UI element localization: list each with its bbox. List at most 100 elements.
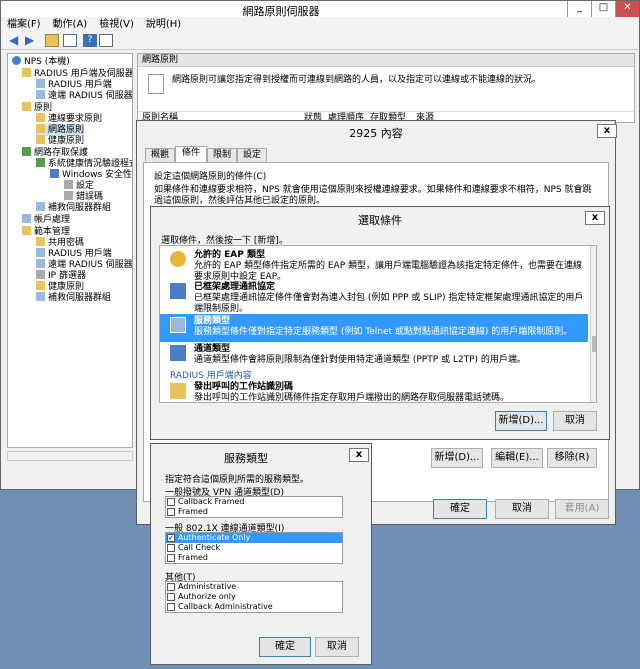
group-8021x-list: ✓ Authenticate Only Call Check Framed (165, 532, 343, 564)
checkbox[interactable] (167, 554, 175, 562)
folder-icon (36, 113, 45, 122)
windows-icon (50, 169, 59, 178)
maximize-button[interactable]: □ (591, 1, 615, 17)
folder-icon (36, 237, 45, 246)
service-type-instruction: 指定符合這個原則所需的服務類型。 (165, 475, 310, 485)
server-group-icon (36, 202, 45, 211)
checkbox[interactable] (167, 583, 175, 591)
tree-item-health-policies[interactable]: 健康原則 (36, 135, 84, 147)
details-description: 網路原則可讓您指定得到授權而可連線到網路的人員，以及指定可以連線或不能連線的狀況… (172, 75, 542, 85)
filter-icon (36, 270, 45, 279)
settings-icon (64, 180, 73, 189)
condition-framed-protocol[interactable]: 已框架處理通訊協定 已框架處理通訊協定條件僅會對為連入封包 (例如 PPP 或 … (160, 280, 588, 318)
folder-icon (22, 102, 31, 111)
error-code-icon (64, 191, 73, 200)
folder-icon (36, 135, 45, 144)
properties-apply-button[interactable]: 套用(A) (555, 499, 609, 519)
conditions-label: 設定這個網路原則的條件(C) (154, 172, 267, 182)
condition-calling-station-id[interactable]: 發出呼叫的工作站識別碼 發出呼叫的工作站識別碼條件指定存取用戶端撥出的網路存取伺… (160, 380, 588, 402)
shield-icon (36, 158, 45, 167)
tree-item-template-remediation[interactable]: 補救伺服器群組 (36, 292, 111, 304)
checkbox[interactable] (167, 593, 175, 601)
properties-ok-button[interactable]: 確定 (433, 499, 487, 519)
properties-dialog-title: 2925 內容 (349, 127, 403, 140)
tab-overview[interactable]: 概觀 (145, 148, 175, 162)
svc-framed-8021x[interactable]: Framed (166, 553, 342, 563)
back-arrow-icon[interactable]: ◀ (9, 34, 23, 47)
svc-callback-framed[interactable]: Callback Framed (166, 497, 342, 507)
condition-list: 允許的 EAP 類型 允許的 EAP 類型條件指定所需的 EAP 類型，讓用戶端… (159, 245, 597, 403)
service-type-ok-button[interactable]: 確定 (259, 637, 311, 657)
show-hide-tree-icon[interactable] (63, 34, 77, 47)
menu-view[interactable]: 檢視(V) (93, 17, 140, 32)
tree-item-remote-radius-groups[interactable]: 遠端 RADIUS 伺服器群 (36, 90, 132, 102)
folder-up-icon[interactable] (45, 34, 59, 47)
select-condition-add-button[interactable]: 新增(D)... (495, 411, 547, 431)
key-icon (170, 251, 186, 267)
accounting-icon (22, 214, 31, 223)
tab-settings[interactable]: 設定 (237, 148, 267, 162)
service-type-cancel-button[interactable]: 取消 (315, 637, 359, 657)
phone-icon (170, 383, 186, 399)
checkbox[interactable] (167, 508, 175, 516)
details-pane: 網路原則 網路原則可讓您指定得到授權而可連線到網路的人員，以及指定可以連線或不能… (137, 53, 635, 123)
svc-framed-dialup[interactable]: Framed (166, 507, 342, 517)
service-type-title: 服務類型 (224, 452, 268, 465)
svc-callback-administrative[interactable]: Callback Administrative (166, 602, 342, 612)
svc-authenticate-only[interactable]: ✓ Authenticate Only (166, 533, 342, 543)
folder-icon (22, 68, 31, 77)
nap-icon (22, 147, 31, 156)
server-icon (36, 259, 45, 268)
remove-condition-button[interactable]: 移除(R) (547, 448, 597, 468)
select-condition-close-button[interactable]: x (585, 211, 605, 225)
navigation-tree: NPS (本機) RADIUS 用戶端及伺服器 RADIUS 用戶端 遠端 RA… (7, 53, 133, 448)
checkbox[interactable] (167, 603, 175, 611)
main-titlebar: 網路原則伺服器 _ □ ✕ (1, 1, 639, 18)
condition-tunnel-type[interactable]: 通道類型 通道類型條件會將原則限制為僅針對使用特定通道類型 (PPTP 或 L2… (160, 342, 588, 368)
tree-item-remediation-groups[interactable]: 補救伺服器群組 (36, 202, 111, 214)
tree-horizontal-scrollbar[interactable] (7, 451, 133, 461)
menu-action[interactable]: 動作(A) (47, 17, 94, 32)
toolbar: ◀ ▶ ? (1, 32, 639, 50)
checkbox[interactable] (167, 544, 175, 552)
network-icon (170, 283, 186, 299)
svc-call-check[interactable]: Call Check (166, 543, 342, 553)
condition-list-scrollbar[interactable] (590, 246, 596, 402)
service-icon (170, 317, 186, 333)
server-group-icon (36, 90, 45, 99)
conditions-info: 如果條件和連線要求相符，NPS 就會使用這個原則來授權連線要求。如果條件和連線要… (154, 185, 592, 206)
details-header: 網路原則 (138, 54, 634, 67)
forward-arrow-icon[interactable]: ▶ (25, 34, 39, 47)
select-condition-dialog: 選取條件 x 選取條件，然後按一下 [新增]。 允許的 EAP 類型 允許的 E… (150, 206, 610, 440)
close-button[interactable]: ✕ (615, 1, 639, 17)
menubar: 檔案(F) 動作(A) 檢視(V) 說明(H) (1, 17, 639, 32)
properties-cancel-button[interactable]: 取消 (495, 499, 549, 519)
help-icon[interactable]: ? (83, 34, 97, 47)
service-type-close-button[interactable]: x (349, 448, 369, 462)
condition-service-type[interactable]: 服務類型 服務類型條件僅對指定特定服務類型 (例如 Telnet 或點對點通訊協… (160, 314, 588, 342)
folder-icon (36, 281, 45, 290)
tree-item-accounting[interactable]: 帳戶處理 (22, 214, 70, 226)
minimize-button[interactable]: _ (567, 1, 591, 17)
select-condition-cancel-button[interactable]: 取消 (553, 411, 597, 431)
condition-list-scroll-thumb[interactable] (592, 336, 596, 352)
group-other-list: Administrative Authorize only Callback A… (165, 581, 343, 613)
checkbox-checked[interactable]: ✓ (167, 534, 175, 542)
tree-item-nps-local[interactable]: NPS (本機) (12, 56, 70, 68)
tab-conditions[interactable]: 條件 (175, 146, 207, 162)
server-group-icon (36, 292, 45, 301)
tab-constraints[interactable]: 限制 (207, 148, 237, 162)
edit-condition-button[interactable]: 編輯(E)... (491, 448, 543, 468)
menu-help[interactable]: 說明(H) (140, 17, 187, 32)
tunnel-icon (170, 345, 186, 361)
select-condition-title: 選取條件 (358, 214, 402, 227)
checkbox[interactable] (167, 498, 175, 506)
svc-authorize-only[interactable]: Authorize only (166, 592, 342, 602)
add-condition-button[interactable]: 新增(D)... (431, 448, 483, 468)
properties-close-button[interactable]: x (597, 124, 617, 138)
menu-file[interactable]: 檔案(F) (1, 17, 47, 32)
properties-icon[interactable] (99, 34, 113, 47)
folder-icon (22, 226, 31, 235)
computer-icon (36, 248, 45, 257)
svc-administrative[interactable]: Administrative (166, 582, 342, 592)
